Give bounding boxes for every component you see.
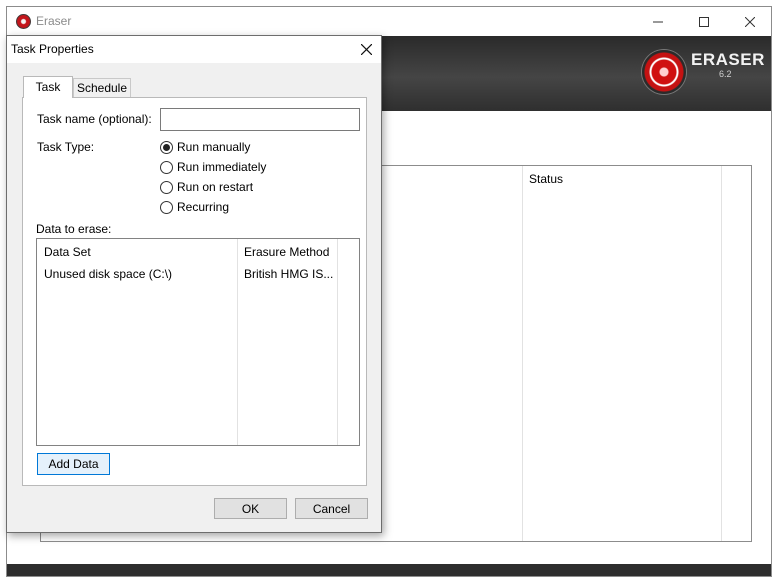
radio-run-on-restart[interactable]: Run on restart: [160, 178, 253, 196]
ok-button[interactable]: OK: [214, 498, 287, 519]
add-data-button[interactable]: Add Data: [37, 453, 110, 475]
radio-button[interactable]: [160, 180, 173, 194]
minimize-button[interactable]: [635, 7, 681, 36]
radio-button[interactable]: [160, 200, 173, 214]
erasure-method-column: Erasure Method British HMG IS...: [238, 239, 338, 445]
main-close-button[interactable]: [727, 7, 773, 36]
radio-label: Run on restart: [177, 180, 254, 194]
radio-label: Run immediately: [177, 160, 267, 174]
eraser-logo-icon: [642, 50, 686, 94]
radio-label: Recurring: [177, 200, 230, 214]
app-icon: [16, 14, 31, 29]
data-to-erase-label: Data to erase:: [36, 222, 112, 236]
data-to-erase-list[interactable]: Data Set Unused disk space (C:\) Erasure…: [36, 238, 360, 446]
tab-schedule[interactable]: Schedule: [73, 78, 131, 98]
maximize-icon: [699, 16, 709, 27]
bottom-bar: [7, 564, 771, 576]
task-name-input[interactable]: [160, 108, 360, 131]
tab-task[interactable]: Task: [23, 76, 73, 98]
minimize-icon: [653, 21, 663, 22]
logo-text: ERASER: [691, 50, 765, 69]
status-column: Status: [522, 166, 722, 541]
maximize-button[interactable]: [681, 7, 727, 36]
dialog-title-bar[interactable]: Task Properties: [7, 36, 381, 63]
task-tab-panel: Task name (optional): Task Type: Run man…: [22, 97, 367, 486]
dialog-title: Task Properties: [11, 42, 94, 56]
main-window-title: Eraser: [36, 14, 72, 28]
dialog-close-button[interactable]: [351, 36, 381, 63]
task-type-label: Task Type:: [37, 140, 95, 154]
radio-run-manually[interactable]: Run manually: [160, 138, 250, 156]
radio-run-immediately[interactable]: Run immediately: [160, 158, 266, 176]
data-set-header[interactable]: Data Set: [44, 245, 91, 259]
status-column-header[interactable]: Status: [529, 172, 563, 186]
radio-label: Run manually: [177, 140, 251, 154]
radio-recurring[interactable]: Recurring: [160, 198, 229, 216]
close-icon: [360, 44, 372, 55]
radio-button-selected[interactable]: [160, 140, 173, 154]
task-properties-dialog: Task Properties Task Schedule Task name …: [6, 35, 382, 533]
task-name-label: Task name (optional):: [37, 112, 152, 126]
erasure-method-header[interactable]: Erasure Method: [244, 245, 329, 259]
main-title-bar[interactable]: Eraser: [7, 7, 771, 36]
cancel-button[interactable]: Cancel: [295, 498, 368, 519]
data-set-column: Data Set Unused disk space (C:\): [37, 239, 238, 445]
close-icon: [745, 16, 755, 27]
list-item[interactable]: Unused disk space (C:\): [44, 267, 172, 281]
logo-version: 6.2: [719, 69, 732, 79]
list-item-method[interactable]: British HMG IS...: [244, 267, 333, 281]
radio-button[interactable]: [160, 160, 173, 174]
